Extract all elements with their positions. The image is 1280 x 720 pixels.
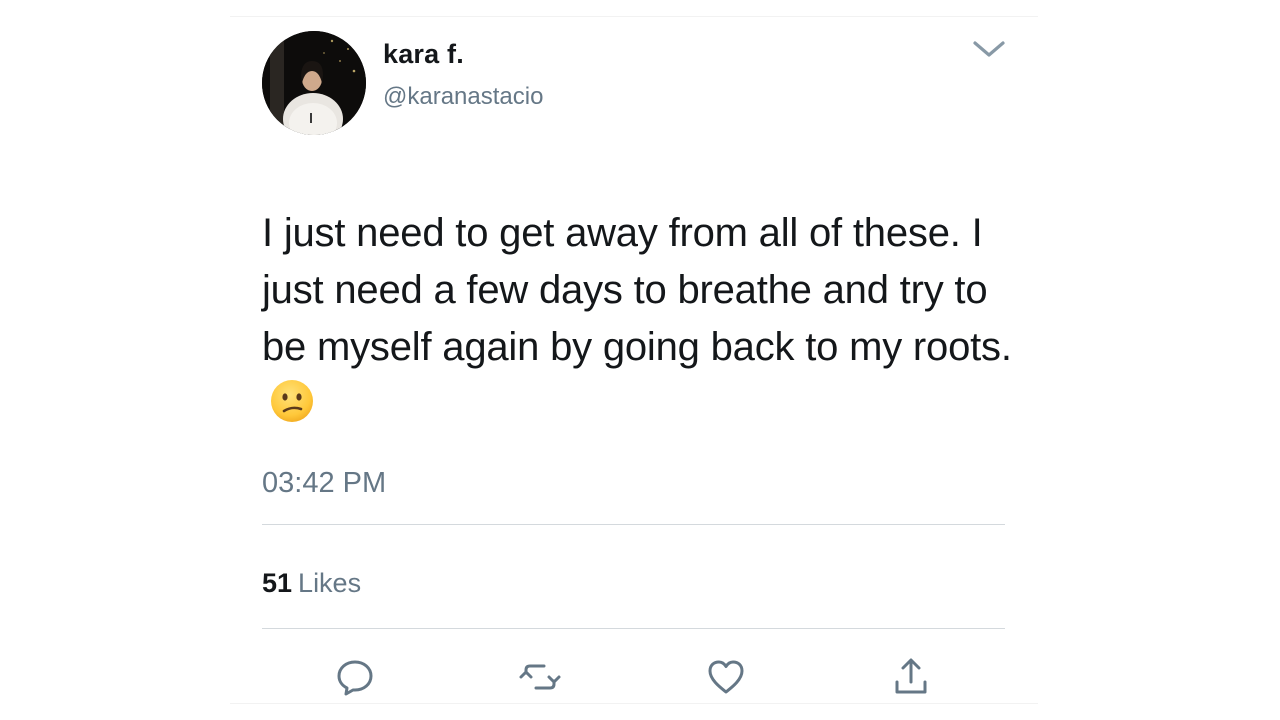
likes-row[interactable]: 51 Likes — [262, 568, 361, 599]
likes-label: Likes — [298, 568, 362, 598]
divider — [262, 628, 1005, 629]
display-name[interactable]: kara f. — [383, 39, 464, 70]
tweet-body: I just need to get away from all of thes… — [262, 211, 1012, 369]
heart-icon[interactable] — [704, 657, 748, 697]
tweet-timestamp[interactable]: 03:42 PM — [262, 467, 386, 500]
chevron-down-icon[interactable] — [971, 37, 1007, 61]
confused-face-emoji — [270, 379, 314, 423]
likes-count: 51 — [262, 568, 293, 598]
avatar[interactable] — [262, 31, 366, 135]
divider — [262, 524, 1005, 525]
retweet-icon[interactable] — [518, 657, 562, 697]
page: kara f. @karanastacio I just need to get… — [0, 0, 1280, 720]
user-handle[interactable]: @karanastacio — [383, 83, 543, 111]
share-icon[interactable] — [889, 657, 933, 697]
reply-icon[interactable] — [333, 657, 377, 697]
tweet-card: kara f. @karanastacio I just need to get… — [230, 16, 1038, 704]
tweet-text: I just need to get away from all of thes… — [262, 205, 1022, 433]
